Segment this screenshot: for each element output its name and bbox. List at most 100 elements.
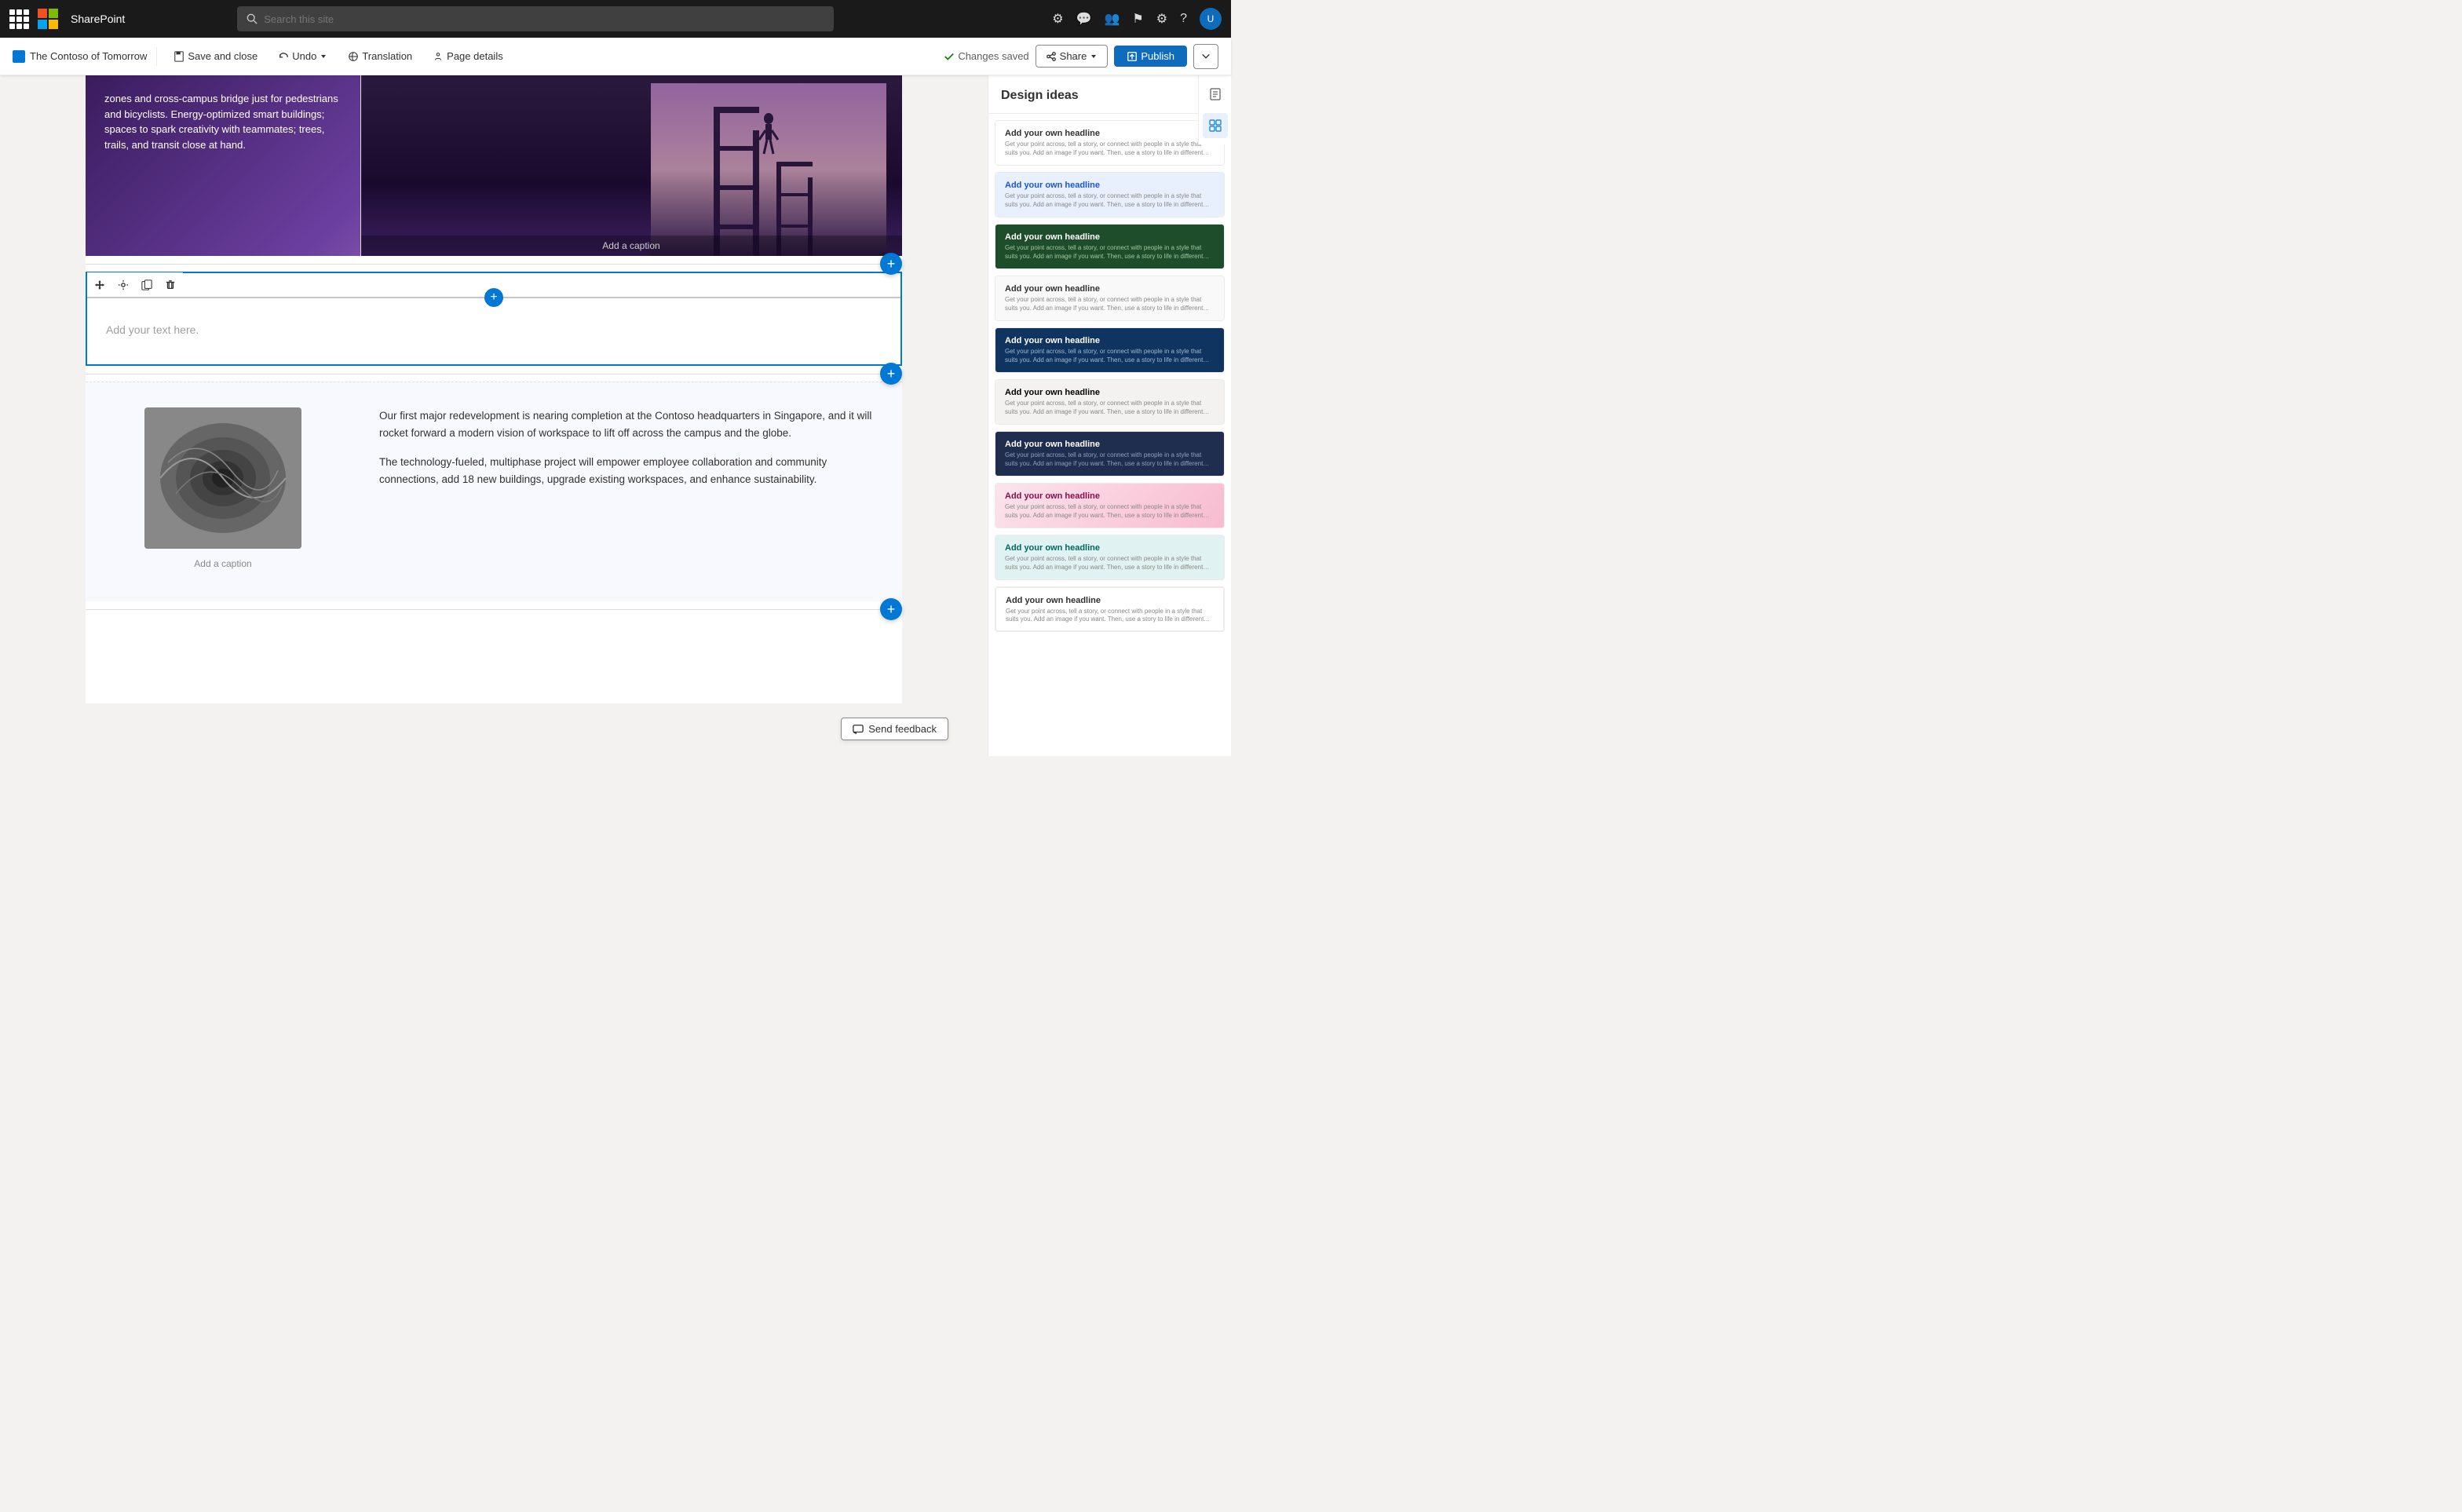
design-idea-card[interactable]: Add your own headlineGet your point acro… [995,483,1225,528]
idea-card-text: Get your point across, tell a story, or … [1005,296,1215,312]
undo-icon [278,51,289,62]
chat-icon[interactable]: 💬 [1076,11,1092,27]
design-panel-title: Design ideas [1001,89,1079,103]
idea-card-headline: Add your own headline [1005,336,1215,345]
app-name: SharePoint [71,13,125,25]
design-idea-card[interactable]: Add your own headline Get your point acro… [995,379,1225,425]
save-icon [174,51,184,62]
changes-saved: Changes saved [944,50,1028,62]
send-feedback-label: Send feedback [868,723,937,735]
hero-image [360,75,902,256]
section-divider [360,75,361,256]
side-icon-design[interactable] [1203,113,1228,138]
idea-card-text: Get your point across, tell a story, or … [1006,608,1214,623]
publish-button[interactable]: Publish [1114,46,1187,67]
publish-icon [1127,51,1138,62]
content-area: zones and cross-campus bridge just for p… [86,75,902,703]
flag-icon[interactable]: ⚑ [1132,11,1143,27]
toolbar-separator-1 [156,47,157,66]
idea-card-headline: Add your own headline [1005,284,1215,294]
publish-label: Publish [1141,50,1174,62]
settings-tool[interactable] [112,274,134,296]
search-bar[interactable] [237,6,834,31]
design-idea-card[interactable]: Add your own headlineGet your point acro… [995,120,1225,166]
delete-tool[interactable] [159,274,181,296]
column-image: Add a caption [86,382,360,601]
translation-icon [348,51,359,62]
design-idea-card[interactable]: Add your own headline Get your point acro… [995,431,1225,477]
image-caption-bar[interactable]: Add a caption [360,236,902,256]
idea-card-headline: Add your own headline [1005,388,1215,397]
side-icon-pages[interactable] [1203,82,1228,107]
undo-dropdown-icon[interactable] [320,53,327,60]
share-dropdown-icon[interactable] [1090,53,1098,60]
idea-card-headline: Add your own headline [1005,440,1215,449]
duplicate-tool[interactable] [136,274,158,296]
translation-button[interactable]: Translation [341,46,419,66]
idea-card-text: Get your point across, tell a story, or … [1005,192,1215,209]
page-name: The Contoso of Tomorrow [30,50,147,62]
idea-card-text: Get your point across, tell a story, or … [1005,348,1215,364]
paragraph-2: The technology-fueled, multiphase projec… [379,454,883,488]
avatar[interactable]: U [1200,8,1222,30]
page-details-button[interactable]: Page details [426,46,510,66]
idea-card-text: Get your point across, tell a story, or … [1005,244,1215,261]
scaffold-image [651,83,886,256]
add-section-button-1[interactable]: + [880,253,902,275]
people-icon[interactable]: 👥 [1104,11,1120,27]
divider-3 [86,609,902,610]
idea-card-headline: Add your own headline [1005,491,1215,501]
add-section-row-1: + [86,256,902,272]
image-caption-text: Add a caption [602,240,659,251]
design-idea-card[interactable]: Add your own headline Get your point acro… [995,276,1225,321]
check-icon [944,51,955,62]
paragraph-1: Our first major redevelopment is nearing… [379,407,883,441]
text-placeholder[interactable]: Add your text here. [106,323,882,336]
page-details-label: Page details [447,50,503,62]
send-feedback-button[interactable]: Send feedback [841,718,948,740]
two-col-section: Add a caption Our first major redevelopm… [86,382,902,601]
main-area: zones and cross-campus bridge just for p… [0,75,1231,756]
brand-icon [13,50,25,63]
help-icon[interactable]: ⚙ [1052,11,1063,27]
idea-card-text: Get your point across, tell a story, or … [1005,400,1215,416]
design-panel: Design ideas ✕ Add your own headlineGet … [988,75,1231,756]
collapse-icon [1200,51,1211,62]
design-idea-card[interactable]: Add your own headlineGet your point acro… [995,535,1225,580]
add-section-button-2[interactable]: + [880,363,902,385]
settings-icon[interactable]: ⚙ [1156,11,1167,27]
collapse-button[interactable] [1193,44,1218,69]
feedback-icon [853,724,864,735]
idea-card-headline: Add your own headline [1005,232,1215,242]
save-label: Save and close [188,50,258,62]
hero-left-text: zones and cross-campus bridge just for p… [86,75,360,168]
search-icon [247,13,258,24]
add-section-row-2: + [86,366,902,382]
undo-button[interactable]: Undo [271,46,334,66]
divider-1 [86,264,902,265]
design-idea-card[interactable]: Add your own headline Get your point acro… [995,327,1225,373]
add-section-row-3: + [86,601,902,617]
idea-card-headline: Add your own headline [1006,596,1214,605]
microsoft-logo [38,9,58,29]
page-brand: The Contoso of Tomorrow [13,50,147,63]
design-idea-card[interactable]: Add your own headline Get your point acro… [995,586,1225,632]
idea-card-text: Get your point across, tell a story, or … [1005,451,1215,468]
question-icon[interactable]: ? [1180,12,1187,26]
save-and-close-button[interactable]: Save and close [166,46,265,66]
changes-saved-label: Changes saved [958,50,1028,62]
block-add-button[interactable]: + [484,288,503,307]
move-tool[interactable] [89,274,111,296]
search-input[interactable] [264,13,824,25]
text-block: + Add your text here. [86,272,902,366]
add-section-button-3[interactable]: + [880,598,902,620]
design-panel-scroll[interactable]: Add your own headline Get your point acro… [988,114,1231,756]
design-idea-card[interactable]: Add your own headline Get your point acro… [995,224,1225,269]
design-idea-card[interactable]: Add your own headlineGet your point acro… [995,172,1225,217]
share-label: Share [1060,50,1087,62]
idea-card-text: Get your point across, tell a story, or … [1005,555,1215,572]
share-button[interactable]: Share [1036,45,1109,68]
hero-paragraph: zones and cross-campus bridge just for p… [104,91,342,152]
col-caption[interactable]: Add a caption [188,555,258,572]
waffle-icon[interactable] [9,9,28,28]
